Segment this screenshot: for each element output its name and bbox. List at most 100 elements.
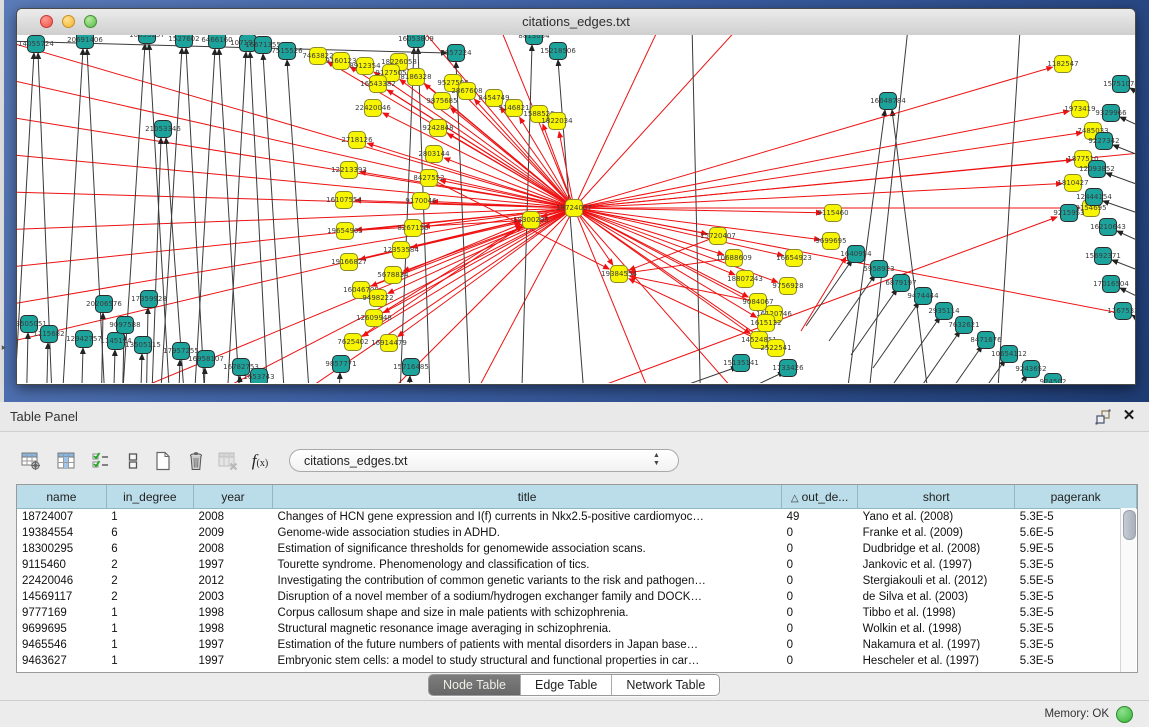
citation-edge-black[interactable] — [641, 367, 737, 383]
graph-node-t[interactable]: 12444154 — [1076, 189, 1112, 206]
column-header-title[interactable]: title — [273, 485, 782, 509]
citation-edge-black[interactable] — [17, 53, 34, 383]
table-cell[interactable]: 0 — [782, 621, 858, 637]
graph-node-t[interactable]: 15692371 — [1085, 248, 1121, 265]
table-cell[interactable]: Stergiakouli et al. (2012) — [858, 573, 1015, 589]
graph-node-y[interactable]: 9115460 — [817, 205, 848, 222]
graph-node-y[interactable]: 15720407 — [700, 228, 736, 245]
citation-edge-black[interactable] — [701, 372, 784, 383]
trash-icon[interactable] — [183, 448, 209, 474]
table-row[interactable]: 1456911722003Disruption of a novel membe… — [17, 589, 1137, 605]
graph-node-t[interactable]: 15716485 — [393, 359, 429, 376]
citation-edge-black[interactable] — [1106, 173, 1135, 193]
close-panel-icon[interactable]: ✕ — [1121, 407, 1137, 425]
graph-node-t[interactable]: 10653257 — [129, 35, 165, 44]
table-cell[interactable]: 1997 — [193, 653, 272, 669]
table-cell[interactable]: 22420046 — [17, 573, 106, 589]
citation-edge-red[interactable] — [574, 133, 1082, 208]
table-scrollbar-thumb[interactable] — [1123, 510, 1136, 540]
table-row[interactable]: 1872400712008Changes of HCN gene express… — [17, 509, 1137, 526]
table-cell[interactable]: 0 — [782, 589, 858, 605]
column-header-name[interactable]: name — [17, 485, 106, 509]
table-cell[interactable]: Yano et al. (2008) — [858, 509, 1015, 526]
citation-edge-red[interactable] — [574, 111, 1069, 208]
table-cell[interactable]: Disruption of a novel member of a sodium… — [273, 589, 782, 605]
table-cell[interactable]: 9465546 — [17, 637, 106, 653]
table-cell[interactable]: 0 — [782, 637, 858, 653]
table-cell[interactable]: 5.3E-5 — [1015, 557, 1137, 573]
table-cell[interactable]: 1997 — [193, 557, 272, 573]
new-file-icon[interactable] — [150, 448, 176, 474]
graph-node-y[interactable]: 12353584 — [383, 242, 419, 259]
citation-edge-red[interactable] — [574, 160, 1072, 208]
graph-node-y[interactable]: 10688609 — [716, 250, 752, 267]
citation-edge-black[interactable] — [1117, 231, 1135, 251]
citation-edge-red[interactable] — [574, 67, 1052, 208]
table-cell[interactable]: Tibbo et al. (1998) — [858, 605, 1015, 621]
graph-node-t[interactable]: 2935114 — [928, 303, 960, 320]
graph-node-t[interactable]: 7632621 — [948, 317, 979, 334]
table-cell[interactable]: Estimation of the future numbers of pati… — [273, 637, 782, 653]
table-cell[interactable]: 18724007 — [17, 509, 106, 526]
graph-node-t[interactable]: 14055724 — [18, 36, 54, 53]
table-cell[interactable]: Jankovic et al. (1997) — [858, 557, 1015, 573]
graph-node-t[interactable]: 17359928 — [131, 291, 167, 308]
table-cell[interactable]: 5.9E-5 — [1015, 541, 1137, 557]
citation-edge-red[interactable] — [629, 279, 759, 340]
graph-node-y[interactable]: 19654905 — [327, 223, 363, 240]
citation-edge-red[interactable] — [574, 35, 681, 208]
table-cell[interactable]: 1 — [106, 605, 193, 621]
graph-node-y[interactable]: 1810427 — [1057, 175, 1088, 192]
table-cell[interactable]: 5.3E-5 — [1015, 653, 1137, 669]
table-cell[interactable]: 18300295 — [17, 541, 106, 557]
graph-node-t[interactable]: 10654112 — [991, 346, 1027, 363]
citation-edge-black[interactable] — [1120, 117, 1135, 136]
citation-edge-red[interactable] — [574, 184, 1062, 208]
citation-edge-black[interactable] — [1132, 315, 1135, 335]
tab-node-table[interactable]: Node Table — [429, 675, 521, 695]
citation-edge-black[interactable] — [26, 333, 28, 383]
citation-edge-red[interactable] — [801, 257, 846, 331]
table-cell[interactable]: 0 — [782, 541, 858, 557]
graph-node-t[interactable]: 6879197 — [885, 275, 916, 292]
table-cell[interactable]: 0 — [782, 573, 858, 589]
table-selector-dropdown[interactable]: citations_edges.txt ▲▼ — [289, 449, 679, 472]
graph-node-y[interactable]: 19166827 — [331, 254, 367, 271]
graph-node-t[interactable]: 924502 — [1040, 374, 1067, 384]
table-row[interactable]: 1938455462009Genome-wide association stu… — [17, 525, 1137, 541]
citation-edge-black[interactable] — [996, 35, 1023, 383]
table-cell[interactable]: 9115460 — [17, 557, 106, 573]
table-cell[interactable]: 2 — [106, 589, 193, 605]
citation-network-graph[interactable]: 1872400718300295193845547463822916012389… — [17, 35, 1135, 383]
citation-edge-black[interactable] — [558, 60, 586, 383]
table-cell[interactable]: 9463627 — [17, 653, 106, 669]
citation-edge-black[interactable] — [149, 44, 171, 383]
table-cell[interactable]: 2008 — [193, 541, 272, 557]
citation-edge-black[interactable] — [338, 373, 340, 383]
citation-edge-red[interactable] — [17, 151, 574, 208]
table-cell[interactable]: 0 — [782, 557, 858, 573]
table-row[interactable]: 969969511998Structural magnetic resonanc… — [17, 621, 1137, 637]
column-header-in-degree[interactable]: in_degree — [106, 485, 193, 509]
table-cell[interactable]: 1 — [106, 653, 193, 669]
table-cell[interactable]: 5.3E-5 — [1015, 509, 1137, 526]
table-row[interactable]: 946362711997Embryonic stem cells: a mode… — [17, 653, 1137, 669]
table-cell[interactable]: 1 — [106, 637, 193, 653]
table-cell[interactable]: 1997 — [193, 637, 272, 653]
rows-icon[interactable] — [120, 448, 146, 474]
table-row[interactable]: 946554611997Estimation of the future num… — [17, 637, 1137, 653]
table-scrollbar[interactable] — [1120, 508, 1136, 672]
table-cell[interactable]: de Silva et al. (2003) — [858, 589, 1015, 605]
tab-network-table[interactable]: Network Table — [612, 675, 719, 695]
panel-collapse-arrow-icon[interactable]: ▸ — [0, 341, 8, 353]
graph-node-t[interactable]: 5958923 — [863, 261, 894, 278]
table-cell[interactable]: 5.3E-5 — [1015, 605, 1137, 621]
citation-edge-black[interactable] — [892, 110, 929, 383]
citation-edge-black[interactable] — [936, 346, 982, 383]
graph-node-t[interactable]: 9097588 — [109, 317, 140, 334]
citation-edge-black[interactable] — [186, 48, 206, 383]
table-cell[interactable]: Embryonic stem cells: a model to study s… — [273, 653, 782, 669]
graph-node-t[interactable]: 12942757 — [66, 331, 102, 348]
table-cell[interactable]: Franke et al. (2009) — [858, 525, 1015, 541]
graph-node-y[interactable]: 18807243 — [727, 271, 763, 288]
